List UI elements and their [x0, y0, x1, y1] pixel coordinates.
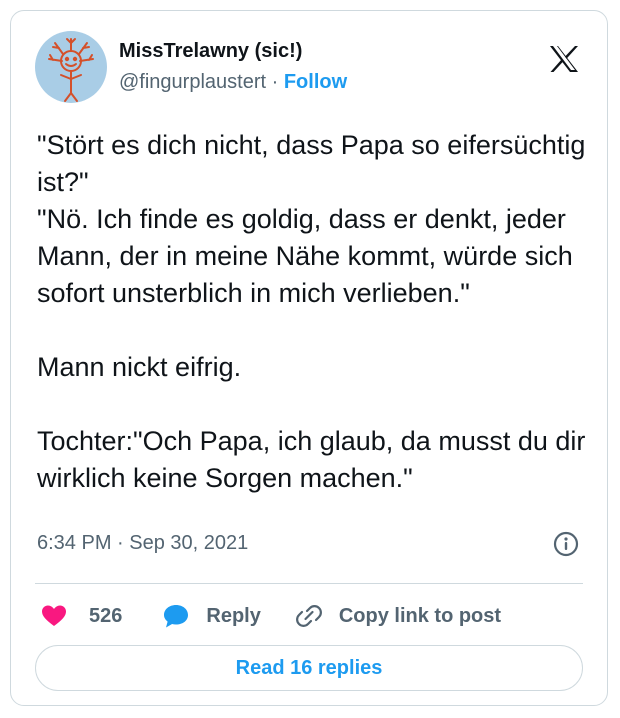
- copy-link-button[interactable]: Copy link to post: [295, 603, 501, 629]
- author-name[interactable]: MissTrelawny (sic!): [119, 39, 302, 63]
- tweet-card: MissTrelawny (sic!) @fingurplaustert · F…: [10, 10, 608, 706]
- speech-bubble-icon: [164, 605, 189, 628]
- follow-button[interactable]: Follow: [284, 71, 347, 93]
- like-button[interactable]: 526: [41, 604, 122, 628]
- copy-link-label: Copy link to post: [338, 604, 502, 627]
- handle-separator: ·: [271, 71, 279, 93]
- x-logo-icon[interactable]: [549, 45, 579, 73]
- info-icon[interactable]: [553, 531, 579, 557]
- author-handle-row: @fingurplaustert · Follow: [119, 70, 347, 94]
- divider: [35, 583, 583, 584]
- author-avatar[interactable]: [35, 31, 107, 103]
- avatar-drawing-icon: [48, 38, 94, 102]
- reply-button[interactable]: Reply: [162, 603, 261, 629]
- link-icon: [295, 605, 322, 627]
- reply-label: Reply: [206, 604, 261, 627]
- read-replies-button[interactable]: Read 16 replies: [35, 645, 583, 691]
- tweet-text: "Stört es dich nicht, dass Papa so eifer…: [37, 130, 586, 493]
- author-handle[interactable]: @fingurplaustert: [119, 71, 266, 93]
- like-count: 526: [89, 604, 123, 627]
- tweet-timestamp[interactable]: 6:34 PM · Sep 30, 2021: [37, 531, 248, 555]
- heart-icon: [42, 605, 66, 626]
- action-bar: 526 Reply Copy link to post: [35, 594, 501, 638]
